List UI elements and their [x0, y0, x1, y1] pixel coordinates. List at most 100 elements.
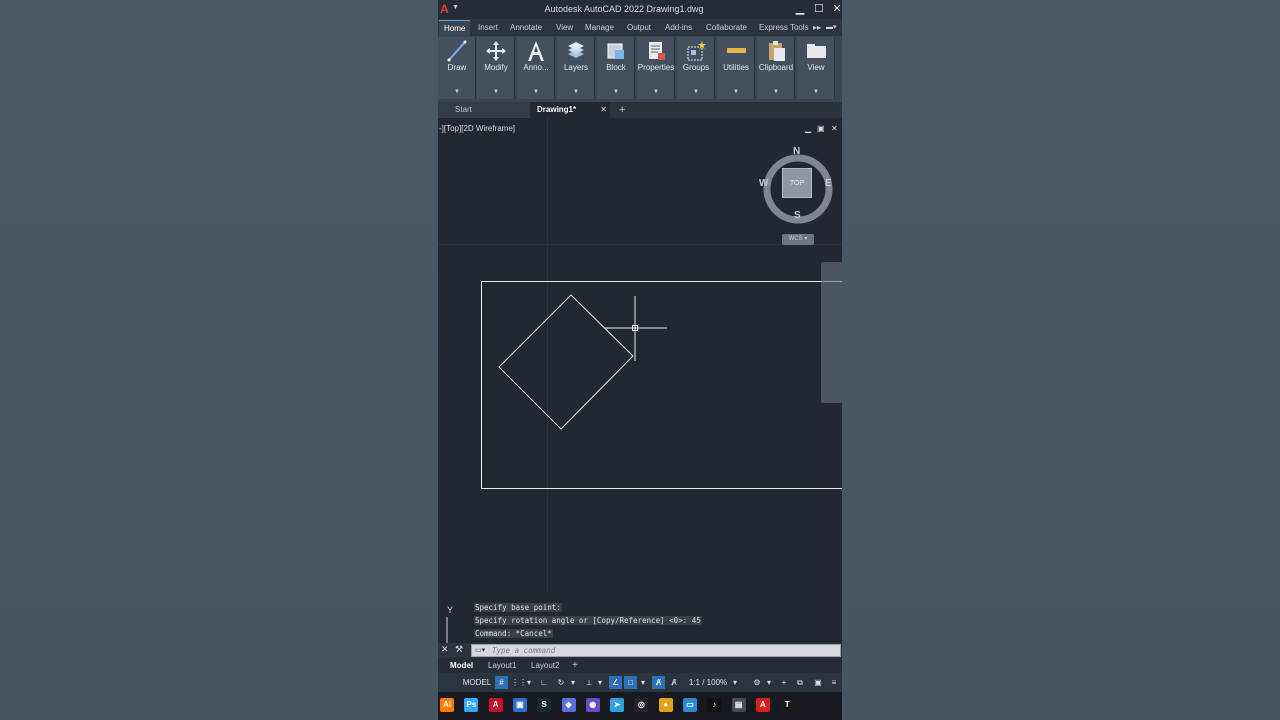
tab-layout2[interactable]: Layout2	[531, 658, 559, 673]
tab-output[interactable]: Output	[627, 23, 651, 32]
chevron-down-icon[interactable]: ▼	[797, 89, 835, 95]
tab-drawing1-label: Drawing1*	[537, 105, 577, 114]
compass-north[interactable]: N	[793, 146, 800, 157]
close-icon[interactable]: ✕	[441, 644, 449, 655]
chevron-down-icon[interactable]: ▾	[525, 676, 533, 689]
command-prompt-icon[interactable]: ▭▾	[475, 646, 489, 655]
viewcube-top-face[interactable]: TOP	[782, 168, 812, 198]
tab-express-tools[interactable]: Express Tools	[759, 23, 809, 32]
chevron-down-icon[interactable]: ▼	[677, 89, 715, 95]
taskbar-app-icon[interactable]: ◉	[585, 698, 600, 712]
taskbar-app-icon[interactable]: ◎	[634, 698, 649, 712]
taskbar-app-icon[interactable]: S	[537, 698, 552, 712]
tab-layout1[interactable]: Layout1	[488, 658, 516, 673]
taskbar-app-icon[interactable]: ●	[658, 698, 673, 712]
chevron-down-icon[interactable]: ▼	[597, 89, 635, 95]
chevron-down-icon[interactable]: ▼	[717, 89, 755, 95]
ribbon-tab-bar: Home Insert Annotate View Manage Output …	[438, 19, 842, 36]
groups-icon	[687, 41, 706, 61]
command-input[interactable]	[492, 645, 832, 656]
taskbar-app-icon[interactable]: Ps	[464, 698, 479, 712]
taskbar-app-icon[interactable]: ▭	[683, 698, 697, 712]
viewcube[interactable]: N S E W TOP WCS ▾	[758, 143, 838, 245]
drawing-viewport[interactable]: -][Top][2D Wireframe] ▁ ▣ ✕ N S E W TOP …	[438, 118, 842, 643]
chevron-down-icon[interactable]: ▾	[569, 676, 577, 689]
compass-south[interactable]: S	[794, 210, 801, 221]
close-icon[interactable]: ✕	[600, 102, 607, 118]
document-tab-bar: Start Drawing1* ✕ +	[438, 102, 842, 118]
ortho-icon[interactable]: ∟	[538, 676, 550, 689]
wrench-icon[interactable]: ⚒	[455, 644, 463, 655]
tab-drawing1[interactable]: Drawing1* ✕	[530, 102, 610, 118]
chevron-down-icon[interactable]: ▾	[596, 676, 604, 689]
object-snap-icon[interactable]: □	[624, 676, 637, 689]
command-history-line: Command: *Cancel*	[474, 629, 553, 638]
panel-layers[interactable]: Layers ▼	[557, 37, 595, 99]
taskbar-app-icon[interactable]: A	[488, 698, 503, 712]
taskbar-app-icon[interactable]: ▣	[512, 698, 527, 712]
chevron-down-icon[interactable]: ▾	[639, 676, 647, 689]
panel-groups[interactable]: Groups ▼	[677, 37, 715, 99]
snap-icon[interactable]: ⋮⋮	[511, 676, 527, 689]
panel-annotation[interactable]: Anno... ▼	[517, 37, 555, 99]
ribbon-overflow-icon[interactable]: ▸▸	[813, 23, 821, 32]
chevron-down-icon[interactable]: ▼	[757, 89, 795, 95]
wcs-menu-button[interactable]: WCS ▾	[782, 234, 814, 245]
taskbar-app-icon[interactable]: ♪	[707, 698, 722, 712]
chevron-down-icon[interactable]: ▾	[731, 676, 739, 689]
isodraft-icon[interactable]: ⟂	[583, 676, 595, 689]
new-tab-button[interactable]: +	[619, 102, 625, 118]
taskbar-app-icon[interactable]: ◆	[561, 698, 576, 712]
compass-east[interactable]: E	[825, 178, 832, 189]
polar-icon[interactable]: ↻	[555, 676, 567, 689]
tab-view[interactable]: View	[556, 23, 573, 32]
maximize-button[interactable]: ☐	[813, 2, 825, 16]
chevron-down-icon[interactable]: ▼	[557, 89, 595, 95]
model-space-button[interactable]: MODEL	[462, 676, 492, 689]
object-snap-tracking-icon[interactable]: ∠	[609, 676, 622, 689]
compass-west[interactable]: W	[759, 178, 768, 189]
command-input-box[interactable]: ▭▾	[471, 644, 841, 657]
panel-properties[interactable]: Properties ▼	[637, 37, 675, 99]
close-button[interactable]: ✕	[831, 2, 842, 16]
isolate-objects-icon[interactable]: ⧉	[794, 676, 806, 689]
panel-block[interactable]: Block ▼	[597, 37, 635, 99]
minimize-button[interactable]: ▁	[794, 2, 806, 16]
navigation-bar[interactable]	[821, 262, 842, 403]
annotation-scale-dropdown[interactable]: 1:1 / 100%	[685, 676, 731, 689]
panel-modify[interactable]: Modify ▼	[477, 37, 515, 99]
tab-insert[interactable]: Insert	[478, 23, 498, 32]
taskbar-app-icon[interactable]: ➤	[610, 698, 625, 712]
taskbar-app-icon[interactable]: Ai	[440, 698, 454, 712]
panel-view[interactable]: View ▼	[797, 37, 835, 99]
clean-screen-icon[interactable]: ▣	[812, 676, 824, 689]
plus-icon[interactable]: +	[778, 676, 790, 689]
chevron-down-icon[interactable]: ▼	[438, 89, 476, 95]
taskbar-app-icon[interactable]: A	[755, 698, 770, 712]
tab-home[interactable]: Home	[439, 20, 471, 36]
chevron-down-icon[interactable]: ▾	[765, 676, 773, 689]
command-history-line: Specify rotation angle or [Copy/Referenc…	[474, 616, 702, 625]
annotation-visibility-icon[interactable]: Ⱥ	[652, 676, 665, 689]
gear-icon[interactable]: ⚙	[751, 676, 763, 689]
chevron-down-icon[interactable]: ▼	[637, 89, 675, 95]
panel-draw[interactable]: Draw ▼	[438, 37, 476, 99]
panel-label-view: View	[807, 63, 825, 72]
grid-icon[interactable]: #	[495, 676, 508, 689]
taskbar-app-icon[interactable]: ▤	[731, 698, 746, 712]
taskbar-app-icon[interactable]: T	[780, 698, 795, 712]
tab-annotate[interactable]: Annotate	[510, 23, 542, 32]
tab-manage[interactable]: Manage	[585, 23, 614, 32]
line-icon	[447, 40, 467, 62]
panel-clipboard[interactable]: Clipboard ▼	[757, 37, 795, 99]
tab-add-ins[interactable]: Add-ins	[665, 23, 692, 32]
chevron-down-icon[interactable]: ▼	[477, 89, 515, 95]
auto-scale-icon[interactable]: Ⱥ	[668, 676, 680, 689]
panel-utilities[interactable]: Utilities ▼	[717, 37, 755, 99]
add-layout-button[interactable]: +	[572, 658, 578, 673]
chevron-down-icon[interactable]: ▼	[517, 89, 555, 95]
hamburger-menu-icon[interactable]: ≡	[828, 676, 840, 689]
ribbon-minimize-icon[interactable]: ▬▾	[826, 23, 837, 31]
tab-start[interactable]: Start	[438, 102, 530, 118]
tab-collaborate[interactable]: Collaborate	[706, 23, 747, 32]
